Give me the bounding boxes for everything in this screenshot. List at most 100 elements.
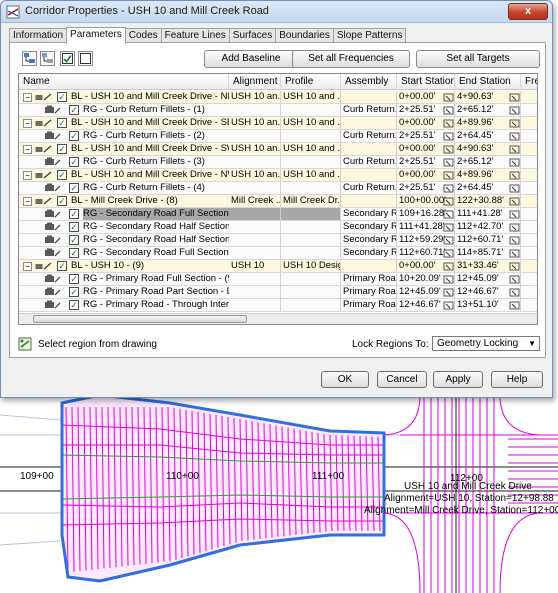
pick-end-station-icon[interactable] <box>509 157 521 167</box>
row-alignment[interactable]: USH 10 an... <box>229 91 281 103</box>
row-assembly[interactable]: Secondary R... <box>341 247 397 259</box>
pick-start-station-icon[interactable] <box>443 118 455 128</box>
region-row[interactable]: ✓ RG - Curb Return Fillets - (4) Curb Retu… <box>19 182 537 195</box>
column-header-alignment[interactable]: Alignment <box>229 74 281 90</box>
tab-boundaries[interactable]: Boundaries <box>275 28 334 43</box>
row-profile[interactable] <box>281 273 341 285</box>
row-assembly[interactable]: Secondary R... <box>341 234 397 246</box>
region-row[interactable]: ✓ RG - Primary Road Full Section - (9) Pri… <box>19 273 537 286</box>
row-alignment[interactable] <box>229 286 281 298</box>
tab-surfaces[interactable]: Surfaces <box>228 28 277 43</box>
row-alignment[interactable] <box>229 299 281 311</box>
row-assembly[interactable]: Primary Roa... <box>341 286 397 298</box>
row-assembly[interactable] <box>341 117 397 129</box>
horizontal-scrollbar[interactable] <box>19 313 537 324</box>
cancel-button[interactable]: Cancel <box>377 371 427 388</box>
row-profile[interactable] <box>281 286 341 298</box>
row-alignment[interactable] <box>229 273 281 285</box>
row-profile[interactable]: USH 10 and ... <box>281 169 341 181</box>
row-assembly[interactable] <box>341 195 397 207</box>
pick-end-station-icon[interactable] <box>509 300 521 310</box>
ok-button[interactable]: OK <box>321 371 369 388</box>
baseline-row[interactable]: − ✓ BL - USH 10 and Mill Creek Drive - SE … <box>19 117 537 130</box>
column-header-end-station[interactable]: End Station <box>455 74 521 90</box>
tab-codes[interactable]: Codes <box>124 28 162 43</box>
row-alignment[interactable] <box>229 208 281 220</box>
title-bar[interactable]: Corridor Properties - USH 10 and Mill Cr… <box>1 1 552 23</box>
column-header-frequency[interactable]: Fre <box>521 74 537 90</box>
row-alignment[interactable] <box>229 130 281 142</box>
close-button[interactable]: x <box>508 3 548 20</box>
pick-end-station-icon[interactable] <box>509 248 521 258</box>
collapse-icon[interactable]: − <box>23 119 32 128</box>
row-profile[interactable] <box>281 221 341 233</box>
row-alignment[interactable]: USH 10 an... <box>229 169 281 181</box>
row-alignment[interactable] <box>229 156 281 168</box>
include-checkbox[interactable]: ✓ <box>69 183 79 193</box>
lock-regions-select[interactable]: Geometry Locking ▼ <box>432 336 540 351</box>
row-profile[interactable] <box>281 299 341 311</box>
baseline-row[interactable]: − ✓ BL - USH 10 - (9) USH 10USH 10 Desig...… <box>19 260 537 273</box>
tab-slope-patterns[interactable]: Slope Patterns <box>332 28 407 43</box>
include-checkbox[interactable]: ✓ <box>69 274 79 284</box>
horizontal-scrollbar-thumb[interactable] <box>33 315 247 323</box>
include-checkbox[interactable]: ✓ <box>69 235 79 245</box>
include-checkbox[interactable]: ✓ <box>69 300 79 310</box>
pick-start-station-icon[interactable] <box>443 300 455 310</box>
pick-start-station-icon[interactable] <box>443 235 455 245</box>
include-checkbox[interactable]: ✓ <box>69 105 79 115</box>
include-checkbox[interactable]: ✓ <box>57 92 67 102</box>
include-checkbox[interactable]: ✓ <box>69 209 79 219</box>
row-profile[interactable]: USH 10 and ... <box>281 91 341 103</box>
pick-start-station-icon[interactable] <box>443 170 455 180</box>
row-assembly[interactable]: Primary Roa... <box>341 273 397 285</box>
collapse-icon[interactable]: − <box>23 145 32 154</box>
pick-start-station-icon[interactable] <box>443 261 455 271</box>
pick-end-station-icon[interactable] <box>509 105 521 115</box>
set-all-frequencies-button[interactable]: Set all Frequencies <box>292 50 410 68</box>
view-tree-icon[interactable] <box>22 51 37 66</box>
include-checkbox[interactable]: ✓ <box>57 118 67 128</box>
pick-start-station-icon[interactable] <box>443 157 455 167</box>
pick-end-station-icon[interactable] <box>509 261 521 271</box>
pick-end-station-icon[interactable] <box>509 144 521 154</box>
row-profile[interactable]: USH 10 Desig... <box>281 260 341 272</box>
region-row[interactable]: ✓ RG - Primary Road Part Section - Da... P… <box>19 286 537 299</box>
pick-end-station-icon[interactable] <box>509 222 521 232</box>
include-checkbox[interactable]: ✓ <box>57 144 67 154</box>
include-checkbox[interactable]: ✓ <box>69 222 79 232</box>
baseline-row[interactable]: − ✓ BL - USH 10 and Mill Creek Drive - NE … <box>19 91 537 104</box>
pick-end-station-icon[interactable] <box>509 92 521 102</box>
apply-button[interactable]: Apply <box>433 371 483 388</box>
row-profile[interactable] <box>281 104 341 116</box>
region-row[interactable]: ✓ RG - Secondary Road Half Section - ... S… <box>19 221 537 234</box>
row-assembly[interactable]: Primary Roa... <box>341 299 397 311</box>
baseline-row[interactable]: − ✓ BL - Mill Creek Drive - (8) Mill Creek … <box>19 195 537 208</box>
include-checkbox[interactable]: ✓ <box>69 248 79 258</box>
pick-end-station-icon[interactable] <box>509 209 521 219</box>
row-alignment[interactable]: USH 10 <box>229 260 281 272</box>
uncheck-all-icon[interactable] <box>78 51 93 66</box>
region-row[interactable]: ✓ RG - Primary Road - Through Inters... Pr… <box>19 299 537 312</box>
pick-end-station-icon[interactable] <box>509 131 521 141</box>
pick-end-station-icon[interactable] <box>509 196 521 206</box>
include-checkbox[interactable]: ✓ <box>57 261 67 271</box>
column-header-assembly[interactable]: Assembly <box>341 74 397 90</box>
row-profile[interactable]: USH 10 and ... <box>281 143 341 155</box>
region-row[interactable]: ✓ RG - Secondary Road Half Section - ... S… <box>19 234 537 247</box>
include-checkbox[interactable]: ✓ <box>57 196 67 206</box>
tab-feature-lines[interactable]: Feature Lines <box>160 28 230 43</box>
row-alignment[interactable]: USH 10 an... <box>229 143 281 155</box>
check-all-icon[interactable] <box>60 51 75 66</box>
row-alignment[interactable]: Mill Creek ... <box>229 195 281 207</box>
pick-start-station-icon[interactable] <box>443 144 455 154</box>
set-all-targets-button[interactable]: Set all Targets <box>416 50 540 68</box>
pick-start-station-icon[interactable] <box>443 209 455 219</box>
collapse-icon[interactable]: − <box>23 262 32 271</box>
pick-start-station-icon[interactable] <box>443 183 455 193</box>
region-row[interactable]: ✓ RG - Secondary Road Full Section - (8) S… <box>19 247 537 260</box>
pick-start-station-icon[interactable] <box>443 92 455 102</box>
collapse-icon[interactable]: − <box>23 171 32 180</box>
row-profile[interactable] <box>281 130 341 142</box>
pick-end-station-icon[interactable] <box>509 235 521 245</box>
